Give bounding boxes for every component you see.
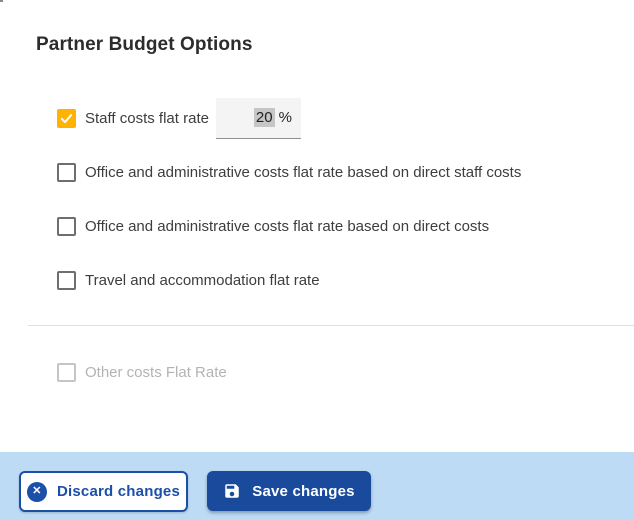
other-costs-label: Other costs Flat Rate: [85, 364, 227, 381]
save-changes-label: Save changes: [252, 482, 355, 500]
section-divider: [28, 325, 634, 326]
save-changes-button[interactable]: Save changes: [207, 471, 371, 511]
office-admin-staff-checkbox[interactable]: [57, 163, 76, 182]
travel-label: Travel and accommodation flat rate: [85, 272, 320, 289]
office-admin-direct-checkbox[interactable]: [57, 217, 76, 236]
staff-costs-label: Staff costs flat rate: [85, 109, 209, 127]
page-title: Partner Budget Options: [36, 34, 253, 55]
other-costs-checkbox: [57, 363, 76, 382]
discard-changes-label: Discard changes: [56, 483, 181, 500]
screen-edge-artifact: [0, 0, 3, 2]
office-admin-staff-label: Office and administrative costs flat rat…: [85, 164, 522, 181]
discard-changes-button[interactable]: ✕ Discard changes: [19, 471, 188, 512]
cancel-icon: ✕: [26, 481, 47, 502]
footer-action-bar: ✕ Discard changes Save changes: [0, 452, 634, 520]
option-row-other-costs: Other costs Flat Rate: [57, 363, 227, 382]
staff-rate-input[interactable]: 20 %: [215, 97, 301, 139]
option-row-office-admin-direct: Office and administrative costs flat rat…: [57, 217, 489, 236]
option-row-staff-costs: Staff costs flat rate 20 %: [57, 97, 301, 139]
option-row-office-admin-staff: Office and administrative costs flat rat…: [57, 163, 521, 182]
option-row-travel: Travel and accommodation flat rate: [57, 271, 320, 290]
travel-checkbox[interactable]: [57, 271, 76, 290]
staff-rate-value: 20: [253, 108, 275, 127]
partner-budget-options-panel: { "page": { "title": "Partner Budget Opt…: [0, 0, 634, 520]
save-icon: [223, 482, 241, 500]
checkmark-icon: [59, 111, 74, 126]
office-admin-direct-label: Office and administrative costs flat rat…: [85, 218, 490, 235]
staff-costs-checkbox[interactable]: [57, 108, 76, 128]
staff-rate-unit: %: [278, 109, 292, 126]
